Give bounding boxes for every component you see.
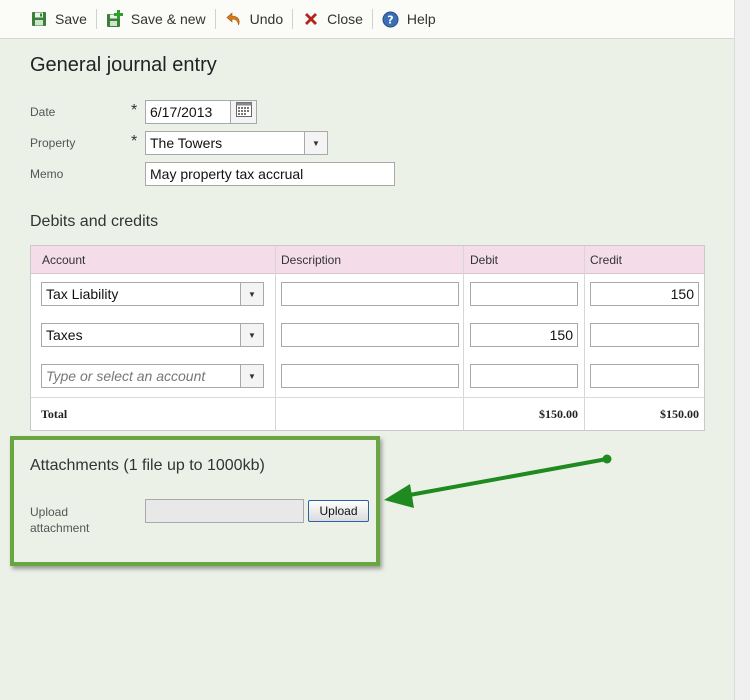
annotation-arrow-icon bbox=[384, 454, 612, 508]
